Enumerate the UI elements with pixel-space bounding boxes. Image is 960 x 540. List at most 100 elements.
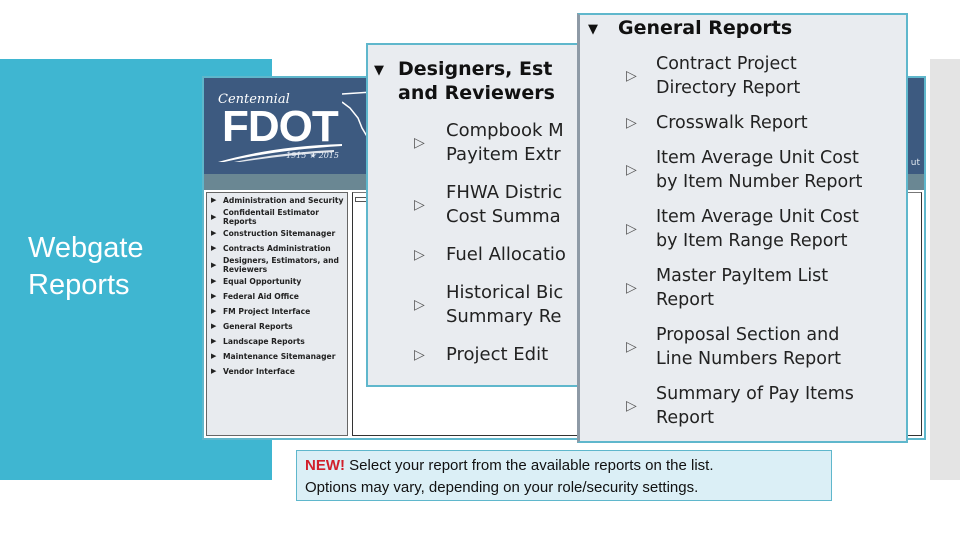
right-triangle-icon: ▶ bbox=[211, 260, 217, 269]
report-link[interactable]: ▷ FHWA Distric Cost Summa bbox=[368, 181, 582, 229]
report-label-line1: Summary of Pay Items bbox=[656, 384, 854, 404]
nav-item[interactable]: ▶ Equal Opportunity bbox=[207, 274, 347, 289]
right-triangle-outline-icon: ▷ bbox=[626, 280, 637, 296]
report-label-line2: Summary Re bbox=[446, 306, 562, 327]
nav-item-label: General Reports bbox=[223, 322, 293, 331]
report-link[interactable]: ▷ Historical Bic Summary Re bbox=[368, 281, 582, 329]
report-link[interactable]: ▷ Fuel Allocatio bbox=[368, 243, 582, 267]
right-triangle-icon: ▶ bbox=[211, 322, 217, 330]
report-category-nav: ▶ Administration and Security ▶ Confidenta… bbox=[206, 192, 348, 436]
general-report-list: ▷ Contract Project Directory Report ▷ Cross… bbox=[580, 52, 906, 441]
right-triangle-outline-icon: ▷ bbox=[414, 347, 425, 363]
report-label-line1: Project Edit bbox=[446, 344, 549, 365]
report-label-line1: Contract Project bbox=[656, 54, 797, 74]
right-triangle-icon: ▶ bbox=[211, 352, 217, 360]
designers-reports-panel: ▼ Designers, Est and Reviewers ▷ Compbook… bbox=[366, 43, 584, 387]
side-strip bbox=[930, 59, 960, 480]
right-triangle-icon: ▶ bbox=[211, 307, 217, 315]
report-label-line1: Compbook M bbox=[446, 120, 564, 141]
right-triangle-outline-icon: ▷ bbox=[414, 197, 425, 213]
designers-report-list: ▷ Compbook M Payitem Extr ▷ FHWA Distric Cos… bbox=[368, 119, 582, 381]
right-triangle-outline-icon: ▷ bbox=[414, 135, 425, 151]
right-triangle-outline-icon: ▷ bbox=[414, 247, 425, 263]
logo-years-text: 1915 ★ 2015 bbox=[286, 151, 339, 160]
report-label-line2: Line Numbers Report bbox=[656, 349, 842, 369]
nav-item[interactable]: ▶ Administration and Security bbox=[207, 193, 347, 208]
new-badge: NEW! bbox=[305, 457, 345, 474]
report-label-line2: Payitem Extr bbox=[446, 144, 561, 165]
nav-item[interactable]: ▶ Federal Aid Office bbox=[207, 289, 347, 304]
right-triangle-icon: ▶ bbox=[211, 196, 217, 204]
report-label-line2: Directory Report bbox=[656, 78, 801, 98]
report-label-line1: FHWA Distric bbox=[446, 182, 563, 203]
report-label-line2: Report bbox=[656, 408, 715, 428]
right-triangle-outline-icon: ▷ bbox=[626, 68, 637, 84]
right-triangle-icon: ▶ bbox=[211, 277, 217, 285]
nav-item-label: Designers, Estimators, and Reviewers bbox=[223, 256, 339, 274]
nav-item-label: Federal Aid Office bbox=[223, 292, 299, 301]
report-label-line1: Crosswalk Report bbox=[656, 113, 808, 133]
nav-item[interactable]: ▶ Maintenance Sitemanager bbox=[207, 349, 347, 364]
general-reports-heading-label: General Reports bbox=[618, 17, 793, 39]
nav-item-label: Contracts Administration bbox=[223, 244, 331, 253]
nav-item[interactable]: ▶ Contracts Administration bbox=[207, 241, 347, 256]
report-link[interactable]: ▷ Master PayItem List Report bbox=[580, 264, 906, 312]
right-triangle-icon: ▶ bbox=[211, 367, 217, 375]
report-label-line1: Master PayItem List bbox=[656, 266, 829, 286]
nav-item-label: Administration and Security bbox=[223, 196, 344, 205]
nav-item-label: Maintenance Sitemanager bbox=[223, 352, 336, 361]
report-label-line2: Report bbox=[656, 290, 715, 310]
right-triangle-icon: ▶ bbox=[211, 212, 217, 221]
info-note: NEW! Select your report from the availab… bbox=[296, 450, 832, 501]
down-caret-icon: ▼ bbox=[374, 63, 384, 78]
report-label-line1: Item Average Unit Cost bbox=[656, 148, 859, 168]
report-label-line1: Fuel Allocatio bbox=[446, 244, 566, 265]
right-triangle-icon: ▶ bbox=[211, 292, 217, 300]
right-triangle-outline-icon: ▷ bbox=[626, 162, 637, 178]
report-label-line2: by Item Range Report bbox=[656, 231, 848, 251]
down-caret-icon: ▼ bbox=[588, 22, 598, 37]
nav-item-label: Vendor Interface bbox=[223, 367, 295, 376]
designers-heading[interactable]: ▼ Designers, Est and Reviewers bbox=[368, 57, 582, 105]
nav-item[interactable]: ▶ Construction Sitemanager bbox=[207, 226, 347, 241]
nav-item-label: Confidentail Estimator Reports bbox=[223, 208, 319, 226]
report-link[interactable]: ▷ Item Average Unit Cost by Item Range Rep… bbox=[580, 205, 906, 253]
nav-item[interactable]: ▶ General Reports bbox=[207, 319, 347, 334]
nav-item[interactable]: ▶ Vendor Interface bbox=[207, 364, 347, 379]
report-link[interactable]: ▷ Compbook M Payitem Extr bbox=[368, 119, 582, 167]
general-reports-heading[interactable]: ▼ General Reports bbox=[580, 16, 906, 42]
header-link-fragment[interactable]: ut bbox=[911, 158, 920, 168]
right-triangle-icon: ▶ bbox=[211, 229, 217, 237]
note-line1: Select your report from the available re… bbox=[345, 457, 714, 474]
report-label-line1: Historical Bic bbox=[446, 282, 564, 303]
right-triangle-icon: ▶ bbox=[211, 337, 217, 345]
designers-heading-line2: and Reviewers bbox=[398, 82, 555, 104]
report-link[interactable]: ▷ Project Edit bbox=[368, 343, 582, 367]
report-link[interactable]: ▷ Item Average Unit Cost by Item Number Re… bbox=[580, 146, 906, 194]
report-link[interactable]: ▷ Crosswalk Report bbox=[580, 111, 906, 135]
designers-heading-line1: Designers, Est bbox=[398, 58, 553, 80]
right-triangle-outline-icon: ▷ bbox=[626, 398, 637, 414]
nav-item-label: Construction Sitemanager bbox=[223, 229, 336, 238]
report-link[interactable]: ▷ Summary of Pay Items Report bbox=[580, 382, 906, 430]
right-triangle-outline-icon: ▷ bbox=[626, 221, 637, 237]
right-triangle-outline-icon: ▷ bbox=[626, 115, 637, 131]
report-label-line1: Item Average Unit Cost bbox=[656, 207, 859, 227]
nav-item[interactable]: ▶ Confidentail Estimator Reports bbox=[207, 208, 347, 226]
nav-item[interactable]: ▶ Landscape Reports bbox=[207, 334, 347, 349]
nav-item-label: FM Project Interface bbox=[223, 307, 311, 316]
general-reports-panel: ▼ General Reports ▷ Contract Project Direc… bbox=[577, 13, 908, 443]
nav-item[interactable]: ▶ FM Project Interface bbox=[207, 304, 347, 319]
note-line2: Options may vary, depending on your role… bbox=[305, 479, 699, 496]
right-triangle-outline-icon: ▷ bbox=[414, 297, 425, 313]
report-label-line1: Proposal Section and bbox=[656, 325, 840, 345]
report-link[interactable]: ▷ Contract Project Directory Report bbox=[580, 52, 906, 100]
slide-title: Webgate Reports bbox=[28, 232, 144, 301]
report-label-line2: by Item Number Report bbox=[656, 172, 863, 192]
nav-item-label: Equal Opportunity bbox=[223, 277, 302, 286]
right-triangle-icon: ▶ bbox=[211, 244, 217, 252]
right-triangle-outline-icon: ▷ bbox=[626, 339, 637, 355]
report-link[interactable]: ▷ Proposal Section and Line Numbers Report bbox=[580, 323, 906, 371]
report-label-line2: Cost Summa bbox=[446, 206, 561, 227]
nav-item[interactable]: ▶ Designers, Estimators, and Reviewers bbox=[207, 256, 347, 274]
